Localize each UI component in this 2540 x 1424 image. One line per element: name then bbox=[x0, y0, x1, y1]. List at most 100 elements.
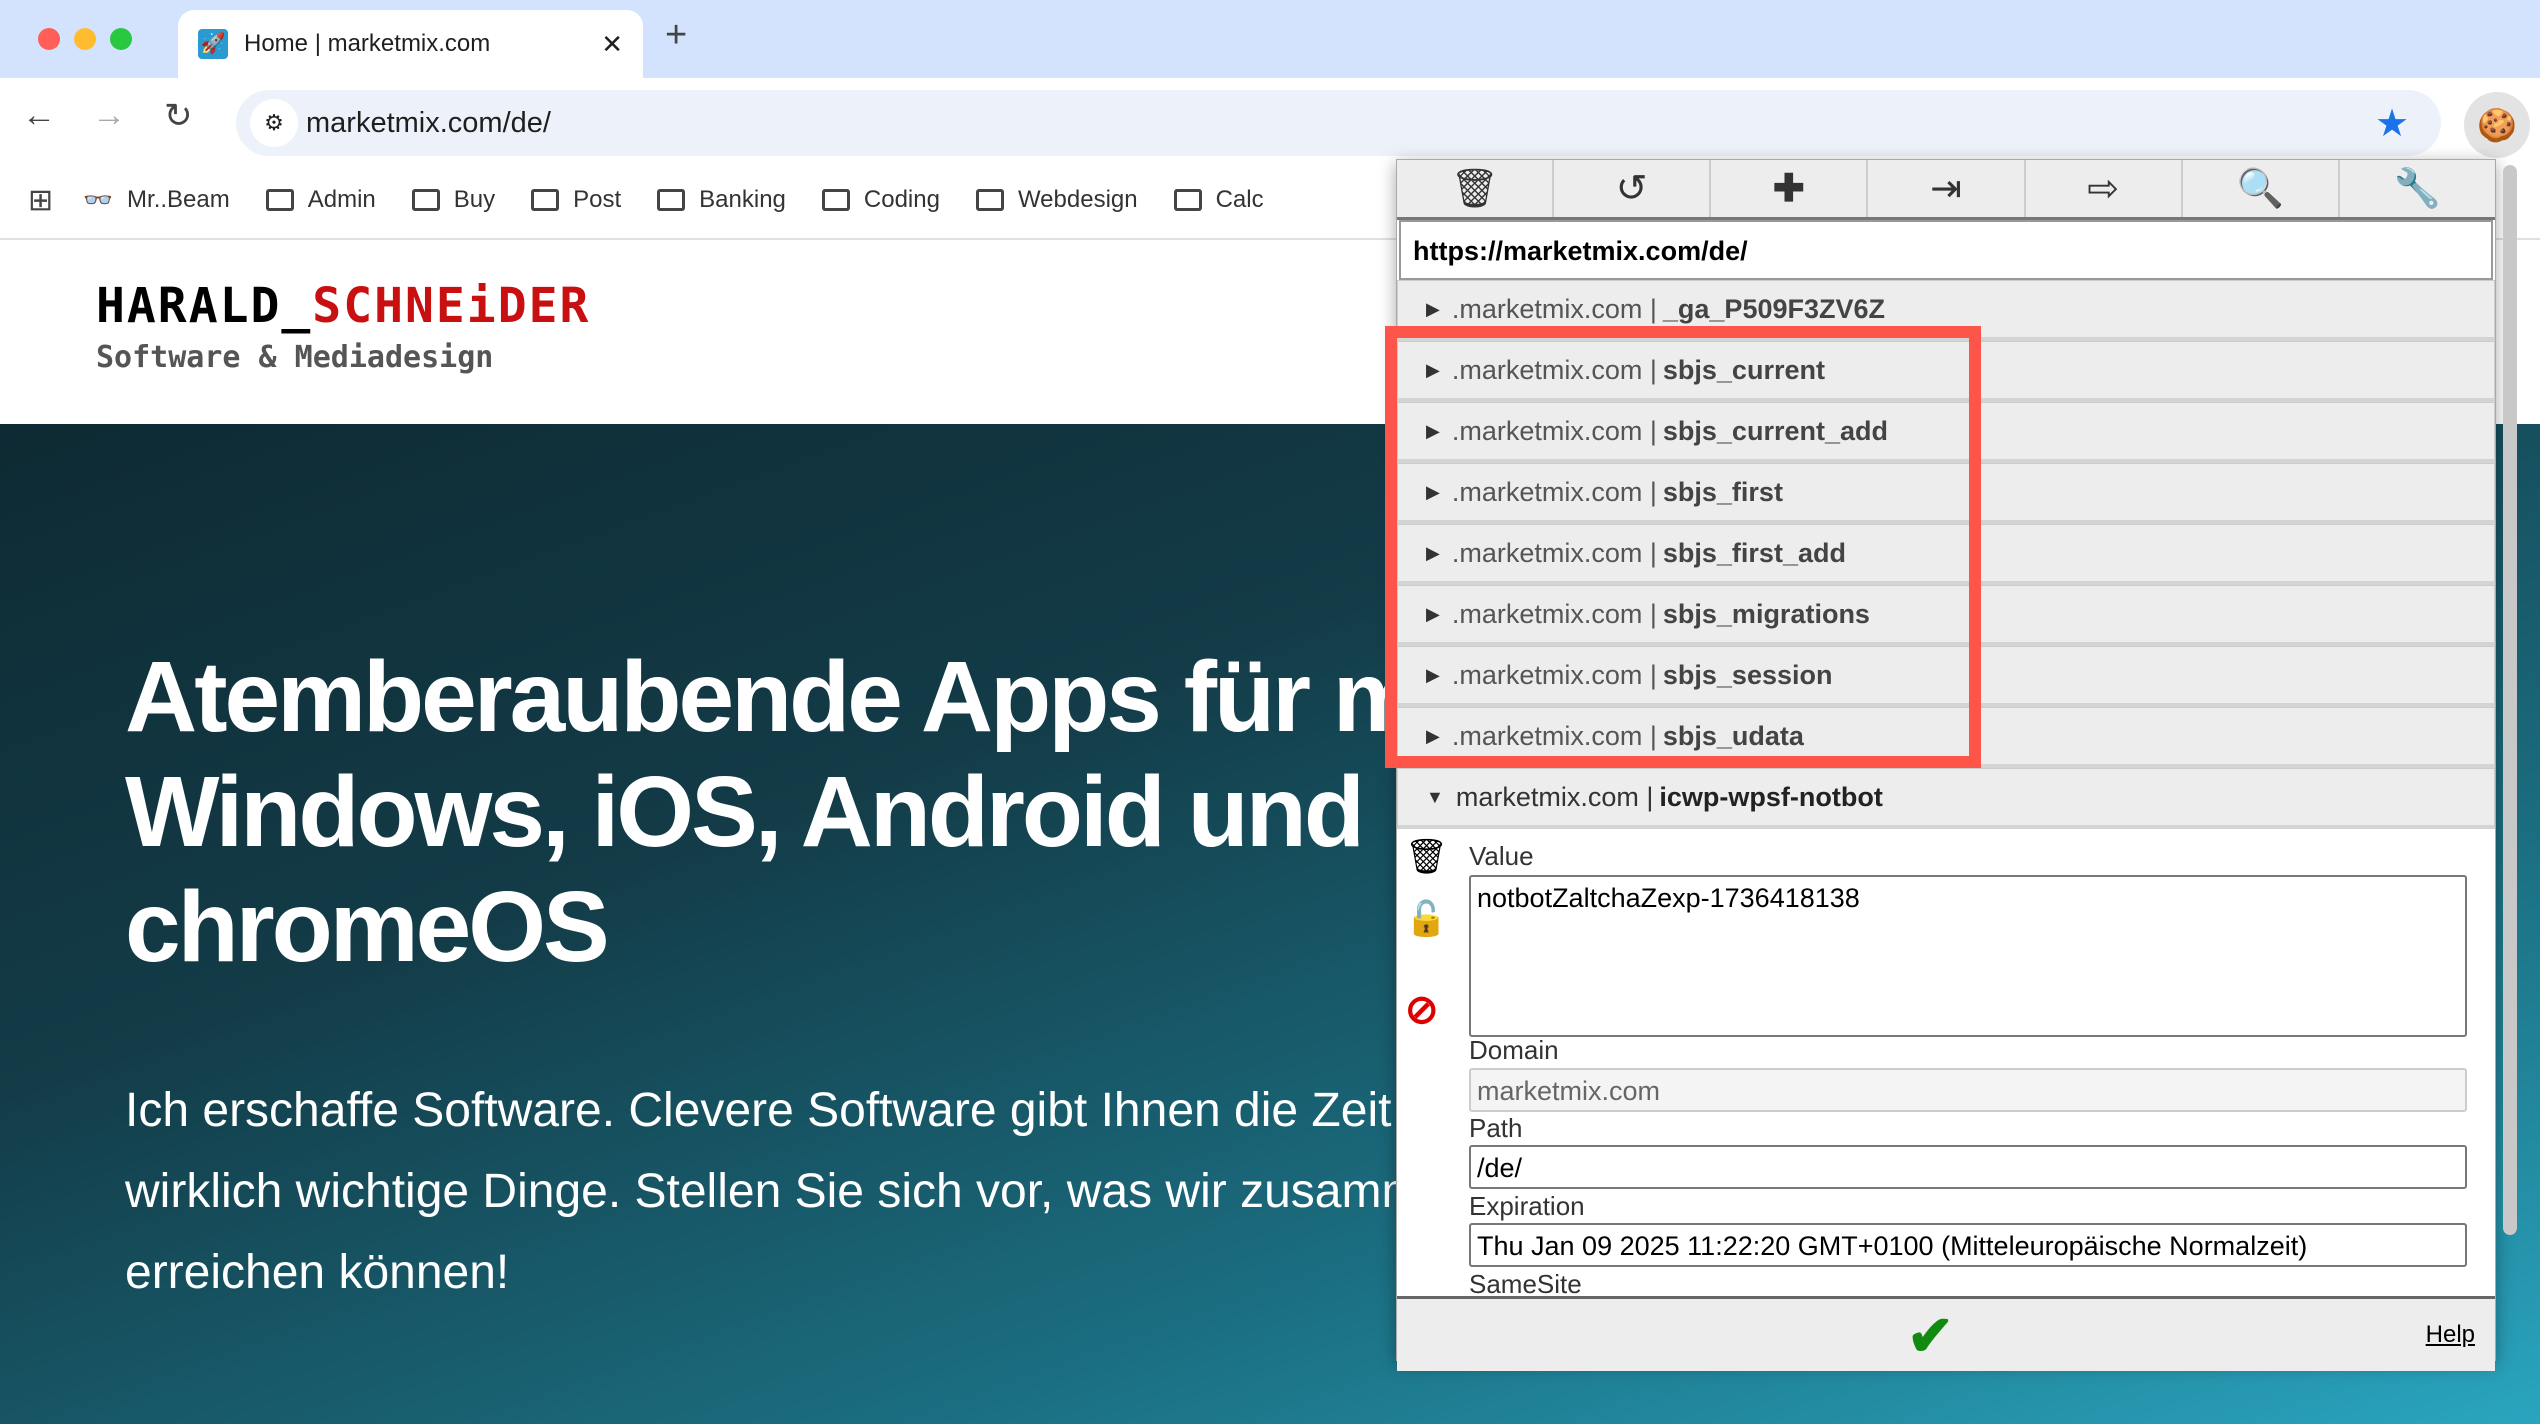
block-icon[interactable]: ⊘ bbox=[1405, 987, 1439, 1033]
caret-right-icon: ▶ bbox=[1426, 603, 1440, 624]
cookie-row[interactable]: ▶ .marketmix.com | sbjs_first_add bbox=[1397, 524, 2495, 585]
cookie-name: sbjs_first bbox=[1662, 476, 1783, 507]
headline-line: Windows, iOS, Android und bbox=[125, 756, 1365, 868]
value-label: Value bbox=[1469, 841, 1534, 871]
cookie-extension-icon[interactable]: 🍪 bbox=[2464, 92, 2530, 158]
cookie-domain: marketmix.com bbox=[1455, 781, 1639, 812]
cookie-row[interactable]: ▶ .marketmix.com | sbjs_first bbox=[1397, 463, 2495, 524]
cookie-row[interactable]: ▶ .marketmix.com | sbjs_migrations bbox=[1397, 585, 2495, 646]
tab-title: Home | marketmix.com bbox=[244, 30, 491, 57]
caret-down-icon: ▼ bbox=[1426, 786, 1444, 807]
folder-icon bbox=[411, 189, 440, 211]
cookie-name: sbjs_udata bbox=[1662, 720, 1804, 751]
bookmark-folder-banking[interactable]: Banking bbox=[657, 186, 786, 214]
folder-icon bbox=[265, 189, 294, 211]
options-button[interactable]: 🔧 bbox=[2340, 160, 2495, 217]
bookmark-label: Webdesign bbox=[1017, 186, 1138, 213]
bookmark-folder-coding[interactable]: Coding bbox=[821, 186, 940, 214]
bookmark-label: Post bbox=[573, 186, 622, 213]
bookmark-folder-calc[interactable]: Calc bbox=[1173, 186, 1264, 214]
bookmark-mr-beam[interactable]: 👓 Mr..Beam bbox=[83, 186, 230, 215]
cookie-name: icwp-wpsf-notbot bbox=[1659, 781, 1883, 812]
cookie-name: _ga_P509F3ZV6Z bbox=[1662, 293, 1886, 324]
cookie-row[interactable]: ▶ .marketmix.com | sbjs_session bbox=[1397, 646, 2495, 707]
sign-out-icon: ⇨ bbox=[2087, 168, 2120, 210]
delete-all-button[interactable]: 🗑 bbox=[1397, 160, 1555, 217]
bookmark-folder-admin[interactable]: Admin bbox=[265, 186, 376, 214]
folder-icon bbox=[975, 189, 1004, 211]
folder-icon bbox=[657, 189, 686, 211]
minimize-window-button[interactable] bbox=[74, 28, 96, 50]
bookmark-label: Calc bbox=[1215, 186, 1264, 213]
expiration-field[interactable]: Thu Jan 09 2025 11:22:20 GMT+0100 (Mitte… bbox=[1469, 1223, 2467, 1267]
logo-name-black: HARALD_ bbox=[96, 278, 313, 334]
site-info-icon[interactable]: ⚙ bbox=[250, 99, 298, 147]
bookmark-star-icon[interactable]: ★ bbox=[2375, 101, 2409, 146]
bookmark-folder-post[interactable]: Post bbox=[531, 186, 621, 214]
caret-right-icon: ▶ bbox=[1426, 298, 1440, 319]
import-button[interactable]: ⇥ bbox=[1868, 160, 2026, 217]
url-filter-field[interactable]: https://marketmix.com/de/ bbox=[1399, 220, 2493, 280]
cookie-name: sbjs_current bbox=[1662, 354, 1825, 385]
forward-icon[interactable]: → bbox=[92, 96, 126, 135]
unlock-icon[interactable]: 🔓 bbox=[1405, 899, 1447, 939]
save-checkmark-button[interactable]: ✔ bbox=[1907, 1303, 1954, 1369]
tab-home[interactable]: 🚀 Home | marketmix.com ✕ bbox=[178, 10, 643, 78]
paragraph-line: wirklich wichtige Dinge. Stellen Sie sic… bbox=[125, 1165, 1422, 1218]
bookmark-folder-webdesign[interactable]: Webdesign bbox=[975, 186, 1138, 214]
export-button[interactable]: ⇨ bbox=[2026, 160, 2183, 217]
hero-paragraph: Ich erschaffe Software. Clevere Software… bbox=[125, 1070, 1421, 1313]
apps-grid-icon[interactable]: ⊞ bbox=[28, 183, 53, 218]
new-tab-button[interactable]: + bbox=[665, 14, 687, 57]
caret-right-icon: ▶ bbox=[1426, 542, 1440, 563]
search-icon: 🔍 bbox=[2236, 167, 2284, 210]
add-cookie-button[interactable]: ✚ bbox=[1711, 160, 1869, 217]
cookie-domain: .marketmix.com bbox=[1451, 720, 1643, 751]
cookie-row[interactable]: ▶ .marketmix.com | sbjs_udata bbox=[1397, 707, 2495, 768]
cookie-name: sbjs_session bbox=[1662, 659, 1833, 690]
cookie-detail: 🗑 🔓 ⊘ Value notbotZaltchaZexp-1736418138… bbox=[1397, 829, 2495, 1299]
bookmark-folder-buy[interactable]: Buy bbox=[411, 186, 496, 214]
cookie-name: sbjs_migrations bbox=[1662, 598, 1870, 629]
value-textarea[interactable]: notbotZaltchaZexp-1736418138 bbox=[1469, 875, 2467, 1037]
plus-icon: ✚ bbox=[1772, 168, 1805, 210]
undo-icon: ↺ bbox=[1615, 168, 1648, 210]
domain-field[interactable]: marketmix.com bbox=[1469, 1068, 2467, 1112]
popup-scrollbar[interactable] bbox=[2503, 165, 2517, 1235]
caret-right-icon: ▶ bbox=[1426, 725, 1440, 746]
sign-in-icon: ⇥ bbox=[1930, 168, 1962, 210]
cookie-domain: .marketmix.com bbox=[1451, 415, 1643, 446]
back-icon[interactable]: ← bbox=[22, 96, 56, 135]
bookmark-label: Coding bbox=[863, 186, 940, 213]
cookie-editor-popup: 🗑 ↺ ✚ ⇥ ⇨ 🔍 🔧 https://marketmix.com/de/ … bbox=[1396, 159, 2496, 1371]
domain-label: Domain bbox=[1469, 1035, 1559, 1065]
bookmark-label: Admin bbox=[307, 186, 376, 213]
expiration-label: Expiration bbox=[1469, 1191, 1585, 1221]
site-logo[interactable]: HARALD_SCHNEiDER Software & Mediadesign bbox=[96, 278, 590, 375]
headline-line: Atemberaubende Apps für ma bbox=[125, 641, 1474, 753]
bookmark-label: Mr..Beam bbox=[127, 186, 230, 213]
help-link[interactable]: Help bbox=[2426, 1321, 2475, 1349]
close-tab-icon[interactable]: ✕ bbox=[601, 29, 623, 60]
cookie-row[interactable]: ▶ .marketmix.com | sbjs_current bbox=[1397, 341, 2495, 402]
reset-button[interactable]: ↺ bbox=[1554, 160, 1712, 217]
path-label: Path bbox=[1469, 1113, 1523, 1143]
cookie-row-expanded[interactable]: ▼ marketmix.com | icwp-wpsf-notbot bbox=[1397, 768, 2495, 829]
caret-right-icon: ▶ bbox=[1426, 664, 1440, 685]
bookmark-label: Buy bbox=[453, 186, 496, 213]
reload-icon[interactable]: ↻ bbox=[164, 96, 193, 136]
cookie-row[interactable]: ▶ .marketmix.com | _ga_P509F3ZV6Z bbox=[1397, 280, 2495, 341]
path-field[interactable]: /de/ bbox=[1469, 1145, 2467, 1189]
search-button[interactable]: 🔍 bbox=[2183, 160, 2340, 217]
close-window-button[interactable] bbox=[38, 28, 60, 50]
delete-cookie-icon[interactable]: 🗑 bbox=[1405, 837, 1448, 877]
hero-headline: Atemberaubende Apps für ma Windows, iOS,… bbox=[125, 640, 1474, 985]
address-bar[interactable]: ⚙ marketmix.com/de/ bbox=[236, 90, 2441, 156]
maximize-window-button[interactable] bbox=[110, 28, 132, 50]
cookie-row[interactable]: ▶ .marketmix.com | sbjs_current_add bbox=[1397, 402, 2495, 463]
caret-right-icon: ▶ bbox=[1426, 359, 1440, 380]
folder-icon bbox=[531, 189, 560, 211]
cookie-toolbar: 🗑 ↺ ✚ ⇥ ⇨ 🔍 🔧 bbox=[1397, 160, 2495, 220]
paragraph-line: Ich erschaffe Software. Clevere Software… bbox=[125, 1084, 1392, 1137]
cookie-domain: .marketmix.com bbox=[1451, 537, 1643, 568]
